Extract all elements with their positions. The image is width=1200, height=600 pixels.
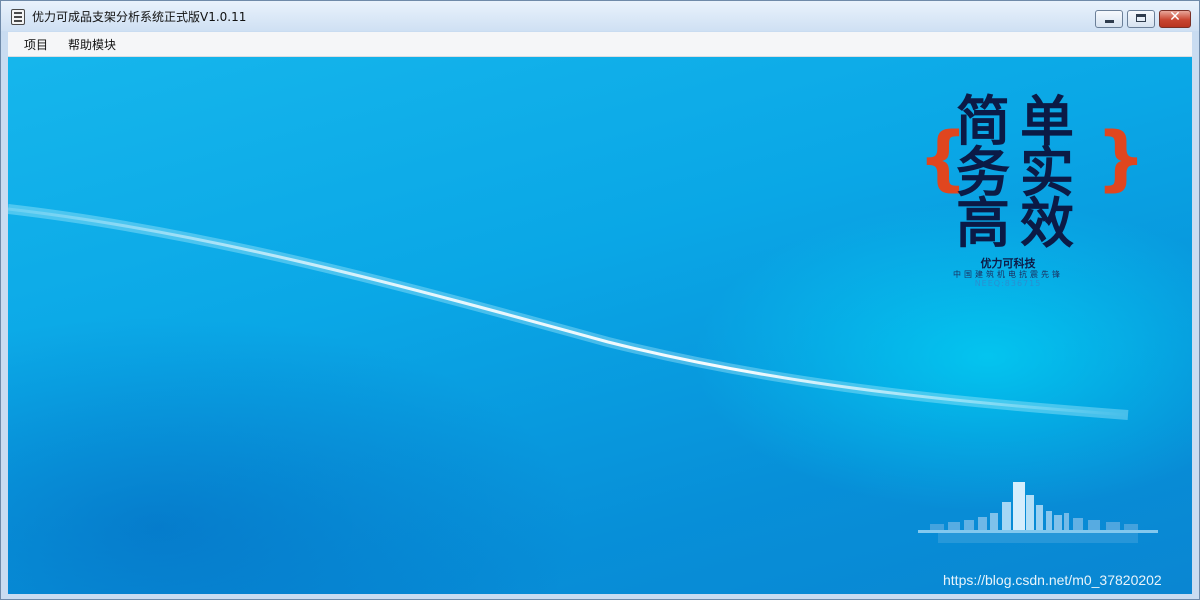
window-title: 优力可成品支架分析系统正式版V1.0.11 (32, 10, 247, 24)
menu-bar: 项目 帮助模块 (8, 32, 1192, 57)
city-skyline-icon (918, 482, 1158, 543)
title-bar[interactable]: 优力可成品支架分析系统正式版V1.0.11 ✕ (1, 1, 1199, 31)
menu-item-help[interactable]: 帮助模块 (68, 36, 116, 53)
minimize-button[interactable] (1095, 10, 1123, 28)
slogan-char: 效 (1020, 192, 1074, 255)
splash-banner: { } 简 单 务 实 高 效 优力可科技 中国建筑机电抗震先锋 NEEQ:83… (8, 57, 1192, 594)
right-bracket: } (1096, 117, 1146, 199)
app-window: 优力可成品支架分析系统正式版V1.0.11 ✕ 项目 帮助模块 {} 简 单 … (0, 0, 1200, 600)
watermark-url: https://blog.csdn.net/m0_37820202 (943, 572, 1162, 588)
menu-item-project[interactable]: 项目 (24, 36, 48, 53)
minimize-icon (1105, 20, 1114, 23)
close-icon: ✕ (1169, 9, 1181, 25)
company-stock-code: NEEQ:836715 (974, 279, 1042, 288)
close-button[interactable]: ✕ (1159, 9, 1191, 28)
maximize-icon (1136, 14, 1146, 22)
app-icon[interactable] (11, 9, 25, 25)
maximize-button[interactable] (1127, 10, 1155, 28)
slogan-char: 高 (956, 192, 1010, 255)
